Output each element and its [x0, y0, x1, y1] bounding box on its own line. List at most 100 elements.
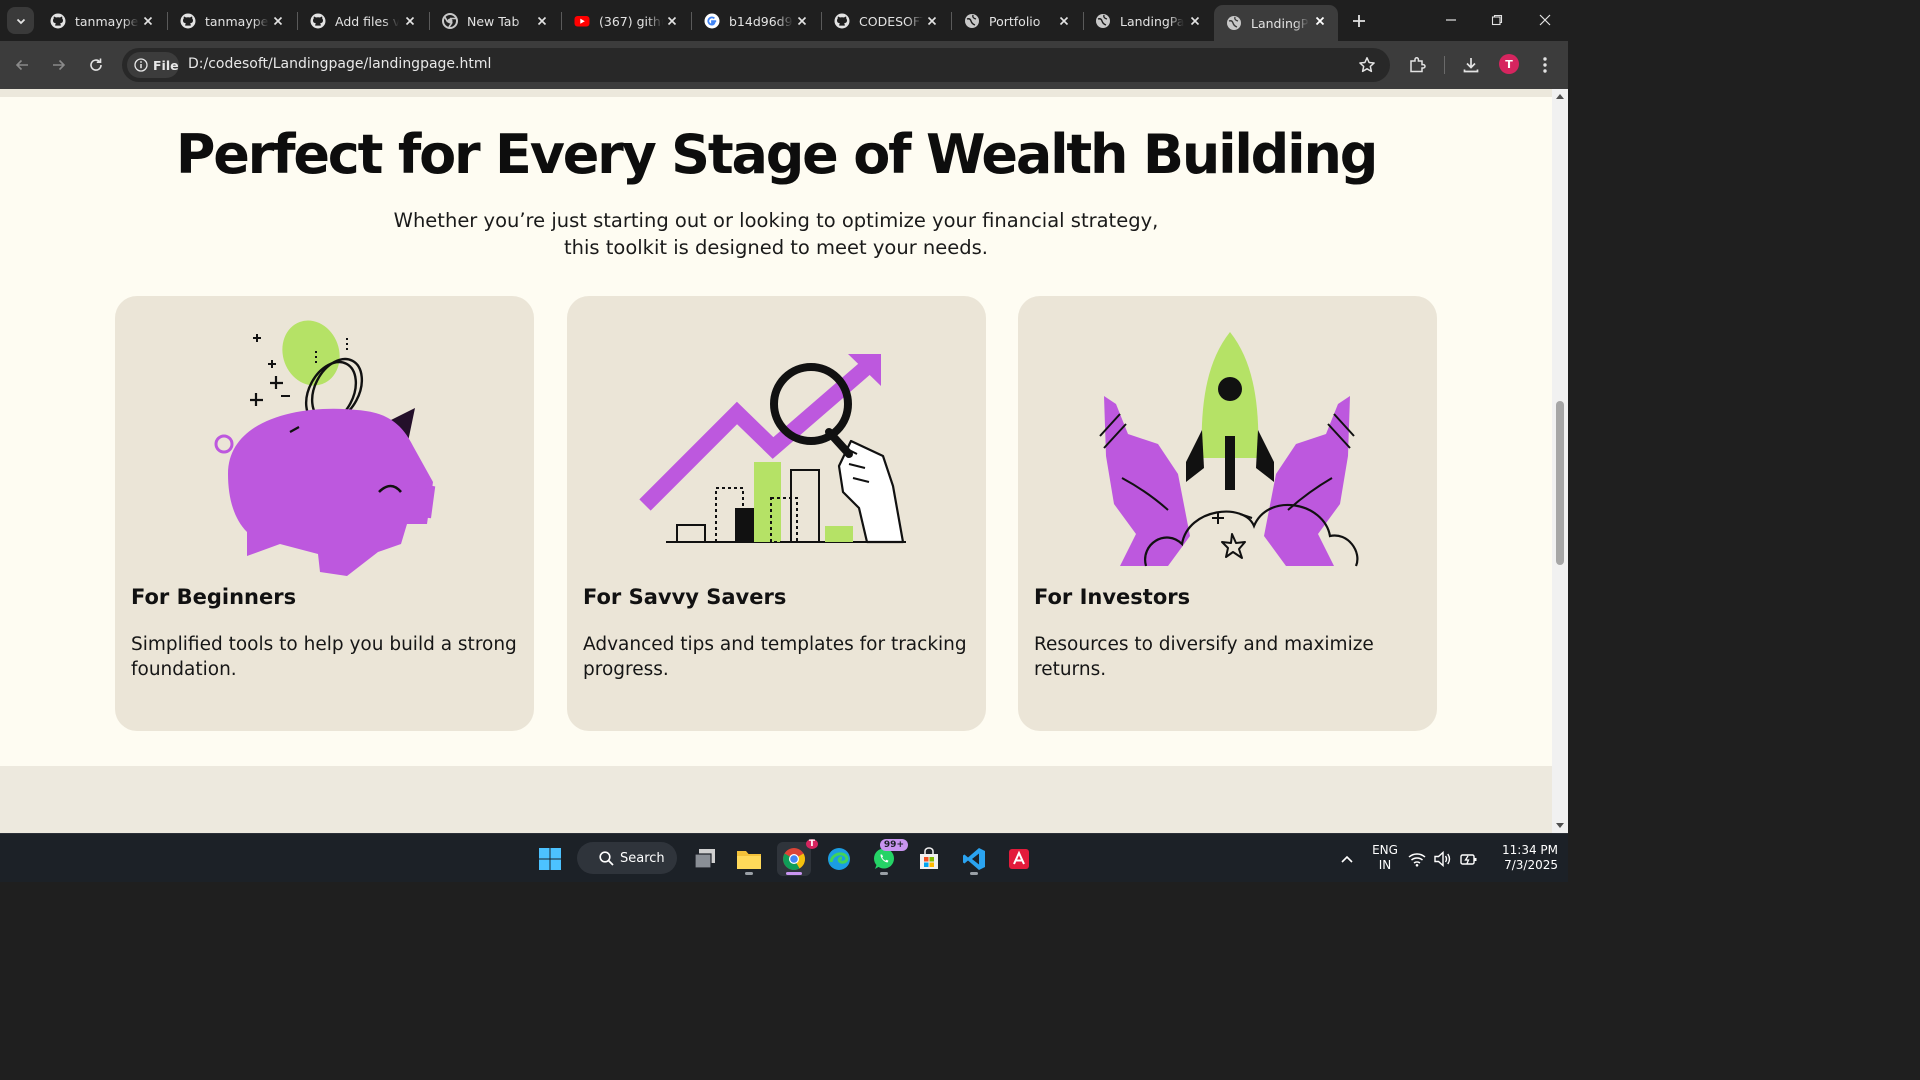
running-indicator [745, 872, 753, 875]
running-indicator [786, 872, 802, 875]
tab-strip: tanmaypes tanmaypes Add files via New Ta… [0, 0, 1568, 41]
tab-codesoft[interactable]: CODESOFT [822, 5, 950, 37]
tab-title: Add files via [335, 13, 399, 29]
close-icon[interactable] [1056, 13, 1072, 29]
close-icon[interactable] [794, 13, 810, 29]
card-text: Advanced tips and templates for tracking… [583, 634, 967, 680]
chrome-icon [442, 13, 458, 29]
page-viewport: Perfect for Every Stage of Wealth Buildi… [0, 89, 1552, 833]
input-language[interactable]: ENG IN [1370, 843, 1400, 873]
autocad-button[interactable] [1002, 842, 1036, 876]
search-icon [599, 850, 614, 866]
scroll-down-arrow-icon[interactable] [1555, 822, 1565, 830]
info-icon [134, 58, 148, 72]
close-icon[interactable] [270, 13, 286, 29]
tab-landingpage-1[interactable]: LandingPage [1083, 5, 1213, 37]
close-icon[interactable] [1312, 13, 1328, 29]
search-label: Search [620, 850, 665, 866]
tab-title: tanmaypes [75, 13, 139, 29]
more-vertical-icon [1543, 57, 1547, 73]
reload-button[interactable] [84, 53, 108, 77]
close-icon[interactable] [664, 13, 680, 29]
tab-search-button[interactable] [7, 7, 34, 34]
scrollbar-thumb[interactable] [1556, 401, 1564, 565]
close-window-button[interactable] [1530, 8, 1560, 32]
whatsapp-button[interactable]: 99+ [867, 839, 908, 876]
vscode-button[interactable] [957, 842, 991, 876]
address-bar[interactable]: File D:/codesoft/Landingpage/landingpage… [122, 48, 1390, 82]
microsoft-store-button[interactable] [912, 842, 946, 876]
youtube-icon [574, 13, 590, 29]
close-icon[interactable] [534, 13, 550, 29]
tab-landingpage-active[interactable]: LandingPage [1214, 5, 1338, 41]
card-title: For Investors [1034, 585, 1191, 609]
reload-icon [90, 58, 102, 71]
globe-icon [1226, 15, 1242, 31]
chrome-menu-button[interactable] [1533, 53, 1557, 77]
chrome-taskbar-button[interactable]: T [777, 839, 818, 876]
tab-portfolio[interactable]: Portfolio [952, 5, 1082, 37]
clock-time: 11:34 PM [1502, 843, 1558, 857]
start-button[interactable] [533, 842, 567, 876]
scroll-up-arrow-icon[interactable] [1555, 92, 1565, 100]
taskbar-search[interactable]: Search [577, 842, 677, 874]
downloads-button[interactable] [1459, 53, 1483, 77]
tab-title: Portfolio [989, 13, 1041, 29]
github-icon [50, 13, 66, 29]
bookmark-star-icon[interactable] [1358, 56, 1376, 78]
globe-icon [964, 13, 980, 29]
arrow-left-icon [15, 59, 28, 71]
region-code: IN [1378, 858, 1392, 872]
clock-date: 7/3/2025 [1504, 858, 1558, 872]
profile-avatar[interactable]: T [1499, 54, 1519, 74]
close-icon[interactable] [140, 13, 156, 29]
clock[interactable]: 11:34 PM 7/3/2025 [1488, 843, 1558, 873]
extensions-button[interactable] [1405, 53, 1429, 77]
tab-title: tanmaypes [205, 13, 269, 29]
close-icon[interactable] [402, 13, 418, 29]
minimize-button[interactable] [1436, 8, 1466, 32]
page-scrollbar[interactable] [1552, 89, 1568, 833]
tab-github-1[interactable]: tanmaypes [38, 5, 166, 37]
show-hidden-icons-button[interactable] [1330, 842, 1364, 876]
restore-button[interactable] [1482, 8, 1512, 32]
task-view-button[interactable] [688, 842, 722, 876]
forward-button[interactable] [47, 53, 71, 77]
file-explorer-button[interactable] [732, 842, 766, 876]
new-tab-button[interactable] [1347, 9, 1371, 33]
rocket-hands-illustration [1099, 332, 1359, 567]
close-icon[interactable] [924, 13, 940, 29]
minimize-icon [1446, 19, 1456, 21]
tab-github-2[interactable]: tanmaypes [168, 5, 296, 37]
puzzle-icon [1410, 57, 1426, 73]
site-scheme-label: File [153, 57, 179, 73]
piggy-bank-illustration [214, 320, 436, 576]
download-icon [1463, 58, 1479, 73]
tab-title: b14d96d9c [729, 13, 793, 29]
card-title: For Savvy Savers [583, 585, 787, 609]
tab-new-tab[interactable]: New Tab [430, 5, 560, 37]
windows-logo-icon [539, 848, 561, 870]
close-icon[interactable] [1187, 13, 1203, 29]
growth-chart-illustration [639, 354, 906, 544]
toolbar-divider [1444, 56, 1445, 74]
system-tray-status[interactable] [1405, 842, 1481, 876]
wifi-icon [1408, 853, 1426, 867]
card-title: For Beginners [131, 585, 297, 609]
tab-google[interactable]: b14d96d9c [692, 5, 820, 37]
tab-youtube[interactable]: (367) github [562, 5, 690, 37]
back-button[interactable] [10, 53, 34, 77]
tab-title: LandingPage [1120, 13, 1184, 29]
windows-taskbar: Search T 99+ ENG IN 11:34 PM 7/3/2025 [0, 833, 1568, 882]
browser-toolbar: File D:/codesoft/Landingpage/landingpage… [0, 41, 1568, 89]
task-view-icon [694, 849, 715, 869]
github-icon [180, 13, 196, 29]
tab-github-add-files[interactable]: Add files via [298, 5, 428, 37]
edge-button[interactable] [822, 842, 856, 876]
github-icon [310, 13, 326, 29]
globe-icon [1095, 13, 1111, 29]
speaker-icon [1434, 851, 1451, 867]
url-text[interactable]: D:/codesoft/Landingpage/landingpage.html [188, 56, 491, 72]
site-info-chip[interactable]: File [127, 52, 179, 78]
plus-icon [1353, 15, 1365, 27]
